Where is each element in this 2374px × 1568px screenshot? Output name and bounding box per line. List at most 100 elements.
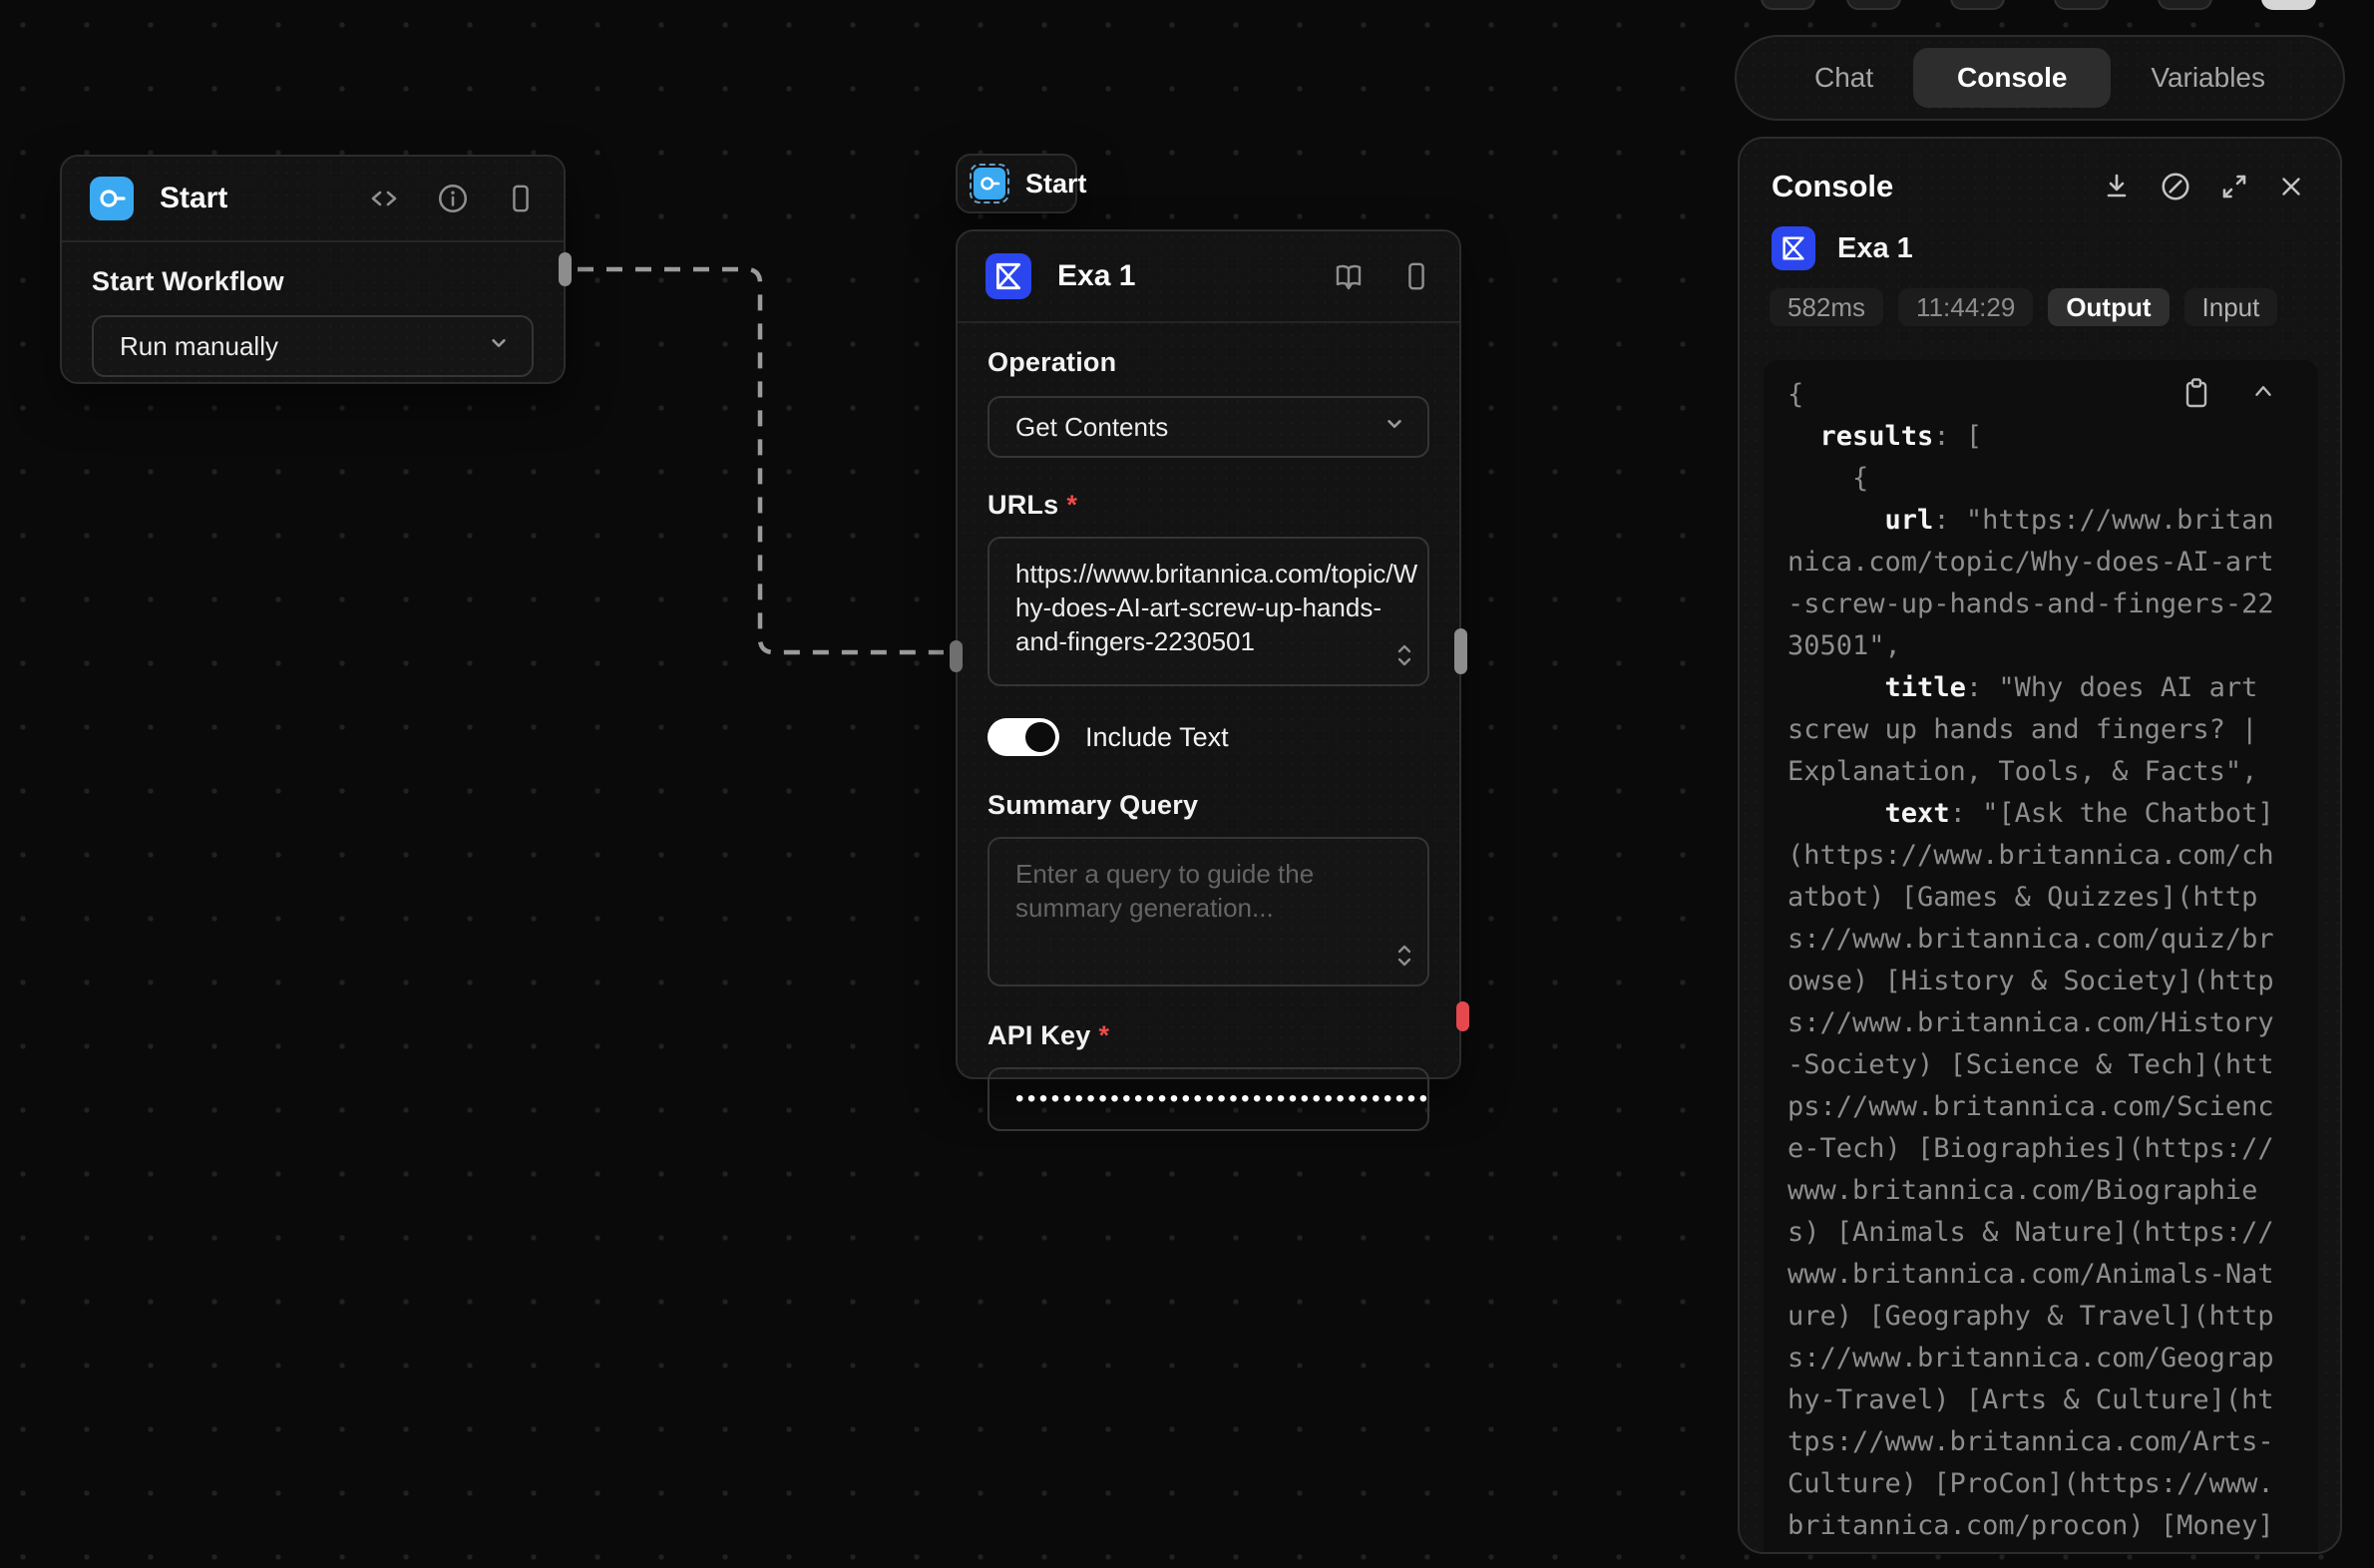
console-json-line: nica.com/topic/Why-does-AI-art: [1787, 542, 2318, 584]
start-node-header[interactable]: Start: [62, 157, 564, 240]
console-json-line: Explanation, Tools, & Facts",: [1787, 751, 2318, 793]
api-key-label: API Key*: [988, 1020, 1429, 1051]
panel-icon[interactable]: [506, 183, 536, 214]
start-workflow-label: Start Workflow: [92, 266, 534, 297]
timestamp-badge: 11:44:29: [1898, 288, 2033, 326]
start-node[interactable]: Start Start Workflow Run manually: [60, 155, 566, 384]
urls-textarea[interactable]: https://www.britannica.com/topic/Why-doe…: [988, 537, 1429, 686]
console-json-line: s://www.britannica.com/Geograp: [1787, 1338, 2318, 1379]
console-json-line: title: "Why does AI art: [1787, 667, 2318, 709]
console-json-line: (https://www.britannica.com/mo: [1787, 1547, 2318, 1552]
top-toolbar-button[interactable]: [2158, 0, 2212, 10]
view-tab-output[interactable]: Output: [2048, 288, 2169, 326]
power-start-icon: [96, 183, 128, 214]
info-icon[interactable]: [436, 182, 470, 215]
panel-tab-bar: ChatConsoleVariables: [1735, 35, 2345, 121]
console-json-line: screw up hands and fingers? |: [1787, 709, 2318, 751]
console-json-line: (https://www.britannica.com/ch: [1787, 835, 2318, 877]
start-chip-icon: [974, 168, 1005, 199]
summary-query-textarea[interactable]: Enter a query to guide the summary gener…: [988, 837, 1429, 986]
exa-node-output-handle[interactable]: [1454, 628, 1467, 674]
required-asterisk: *: [1066, 490, 1077, 520]
top-toolbar-button[interactable]: [2261, 0, 2316, 10]
start-chip[interactable]: Start: [956, 154, 1077, 213]
exa-node-icon: [986, 253, 1031, 299]
console-json-line: tps://www.britannica.com/Arts-: [1787, 1421, 2318, 1463]
workflow-canvas: { "toolbar": { "button_count": 6 }, "can…: [0, 0, 2374, 1568]
view-tab-input[interactable]: Input: [2184, 288, 2278, 326]
top-toolbar-button[interactable]: [1761, 0, 1815, 10]
console-json-block[interactable]: { results: [ { url: "https://www.britann…: [1764, 360, 2318, 1552]
console-json-line: hy-Travel) [Arts & Culture](ht: [1787, 1379, 2318, 1421]
panel-icon[interactable]: [1401, 260, 1431, 292]
console-panel: Console Exa 1 582ms 11:44:29 Output Input…: [1738, 137, 2342, 1554]
include-text-label: Include Text: [1085, 722, 1229, 753]
clear-slash-icon[interactable]: [2159, 170, 2192, 203]
api-key-input[interactable]: ••••••••••••••••••••••••••••••••••••: [988, 1067, 1429, 1131]
chevron-down-icon: [1382, 411, 1407, 444]
code-icon[interactable]: [368, 183, 400, 214]
start-node-icon: [90, 177, 134, 220]
console-json-line: s://www.britannica.com/History: [1787, 1002, 2318, 1044]
exa-node-input-handle[interactable]: [950, 640, 963, 672]
console-json-line: britannica.com/procon) [Money]: [1787, 1505, 2318, 1547]
expand-icon[interactable]: [2218, 171, 2250, 202]
operation-value: Get Contents: [1015, 412, 1168, 443]
top-toolbar-button[interactable]: [1950, 0, 2005, 10]
resize-grip-icon[interactable]: [1393, 943, 1415, 977]
tab-variables[interactable]: Variables: [2117, 48, 2299, 108]
exa-logo-icon: [991, 259, 1025, 293]
start-node-title: Start: [160, 182, 227, 215]
urls-value: https://www.britannica.com/topic/Why-doe…: [1015, 557, 1429, 658]
console-title: Console: [1772, 169, 1893, 204]
resize-grip-icon[interactable]: [1393, 642, 1415, 676]
top-toolbar-button[interactable]: [1846, 0, 1901, 10]
exa-node-title: Exa 1: [1057, 259, 1135, 293]
run-mode-select[interactable]: Run manually: [92, 315, 534, 377]
console-json-line: Culture) [ProCon](https://www.: [1787, 1463, 2318, 1505]
exa-logo-icon: [1779, 233, 1808, 263]
console-json-line: atbot) [Games & Quizzes](http: [1787, 877, 2318, 919]
required-asterisk: *: [1098, 1020, 1109, 1050]
console-json-line: s) [Animals & Nature](https://: [1787, 1212, 2318, 1254]
close-icon[interactable]: [2276, 172, 2306, 201]
console-json-line: owse) [History & Society](http: [1787, 961, 2318, 1002]
console-json-line: -Society) [Science & Tech](htt: [1787, 1044, 2318, 1086]
console-json-line: e-Tech) [Biographies](https://: [1787, 1128, 2318, 1170]
summary-query-placeholder: Enter a query to guide the summary gener…: [1015, 857, 1414, 925]
start-node-output-handle[interactable]: [559, 252, 572, 286]
console-json-line: {: [1787, 458, 2318, 500]
console-json-line: url: "https://www.britan: [1787, 500, 2318, 542]
exa-node-header[interactable]: Exa 1: [958, 231, 1459, 321]
start-chip-title: Start: [1025, 169, 1087, 199]
exa-node[interactable]: Exa 1 Operation Get Contents URLs* https…: [956, 229, 1461, 1079]
exa-avatar: [1772, 226, 1815, 270]
start-chip-selection-outline: [970, 164, 1009, 203]
console-json-line: www.britannica.com/Biographie: [1787, 1170, 2318, 1212]
console-node-name: Exa 1: [1837, 232, 1913, 265]
copy-clipboard-icon[interactable]: [2180, 376, 2212, 410]
console-json-line: text: "[Ask the Chatbot]: [1787, 793, 2318, 835]
docs-book-icon[interactable]: [1332, 260, 1366, 292]
download-icon[interactable]: [2101, 171, 2133, 202]
chevron-down-icon: [486, 330, 512, 363]
console-json-line: www.britannica.com/Animals-Nat: [1787, 1254, 2318, 1296]
console-json-line: ure) [Geography & Travel](http: [1787, 1296, 2318, 1338]
top-toolbar-button[interactable]: [2054, 0, 2109, 10]
tab-console[interactable]: Console: [1913, 48, 2111, 108]
collapse-chevron-up-icon[interactable]: [2248, 376, 2278, 406]
tab-chat[interactable]: Chat: [1780, 48, 1907, 108]
console-json-line: ps://www.britannica.com/Scienc: [1787, 1086, 2318, 1128]
toggle-knob: [1025, 722, 1055, 752]
console-json-line: -screw-up-hands-and-fingers-22: [1787, 584, 2318, 625]
console-json-line: s://www.britannica.com/quiz/br: [1787, 919, 2318, 961]
run-mode-value: Run manually: [120, 331, 278, 362]
duration-badge: 582ms: [1770, 288, 1883, 326]
api-key-masked-value: ••••••••••••••••••••••••••••••••••••: [1015, 1085, 1429, 1113]
exa-node-error-handle[interactable]: [1456, 1001, 1469, 1031]
include-text-toggle[interactable]: [988, 718, 1059, 756]
include-text-row: Include Text: [988, 718, 1429, 756]
operation-select[interactable]: Get Contents: [988, 396, 1429, 458]
console-json-line: 30501",: [1787, 625, 2318, 667]
urls-label: URLs*: [988, 490, 1429, 521]
